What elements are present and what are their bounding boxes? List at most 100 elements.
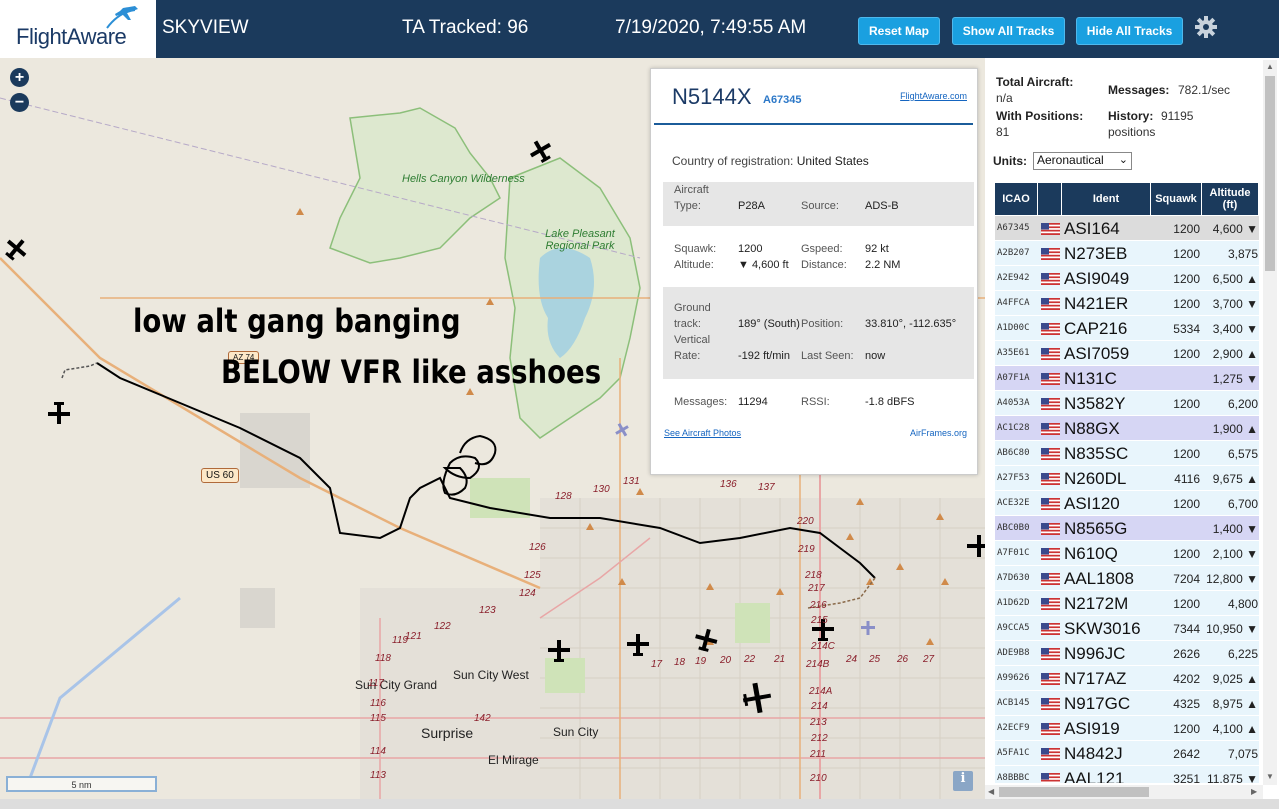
- scroll-right-icon[interactable]: ▶: [1251, 787, 1257, 796]
- units-select[interactable]: Aeronautical ⌄: [1033, 152, 1132, 170]
- table-row[interactable]: A27F53 N260DL 4116 9,675 ▲: [995, 466, 1259, 491]
- icao-cell: ABC0B0: [997, 523, 1030, 533]
- scrollbar-thumb[interactable]: [1265, 76, 1275, 271]
- clock: 7/19/2020, 7:49:55 AM: [615, 17, 807, 38]
- highway-shield-us60: US 60: [201, 468, 239, 483]
- chevron-down-icon: ⌄: [1118, 154, 1128, 166]
- vertical-scrollbar[interactable]: ▲ ▼: [1263, 60, 1277, 785]
- squawk-value: 1200: [738, 243, 763, 255]
- scroll-up-icon[interactable]: ▲: [1266, 62, 1274, 71]
- column-header-squawk[interactable]: Squawk: [1151, 183, 1202, 215]
- position-value: 33.810°, -112.635°: [865, 318, 957, 330]
- squawk-cell: 4325: [1173, 697, 1200, 711]
- us-flag-icon: [1041, 673, 1060, 685]
- horizontal-scrollbar-thumb[interactable]: [999, 787, 1149, 797]
- squawk-cell: 1200: [1173, 497, 1200, 511]
- zoom-in-button[interactable]: +: [10, 68, 29, 87]
- table-row[interactable]: A35E61 ASI7059 1200 2,900 ▲: [995, 341, 1259, 366]
- table-row[interactable]: AB6C80 N835SC 1200 6,575: [995, 441, 1259, 466]
- annotation-text-2: BELOW VFR like asshoes: [221, 353, 602, 391]
- table-row[interactable]: ABC0B0 N8565G 1,400 ▼: [995, 516, 1259, 541]
- squawk-cell: 4116: [1174, 472, 1200, 486]
- show-all-tracks-button[interactable]: Show All Tracks: [952, 17, 1065, 45]
- road-number: 210: [810, 773, 827, 784]
- road-number: 27: [923, 654, 935, 665]
- table-row[interactable]: A7F01C N610Q 1200 2,100 ▼: [995, 541, 1259, 566]
- ident-cell: N917GC: [1064, 694, 1131, 713]
- popup-hex-link[interactable]: A67345: [763, 94, 802, 106]
- table-row[interactable]: A67345 ASI164 1200 4,600 ▼: [995, 216, 1259, 241]
- us-flag-icon: [1041, 648, 1060, 660]
- us-flag-icon: [1041, 298, 1060, 310]
- column-header-ident[interactable]: Ident: [1062, 183, 1151, 215]
- icao-cell: A7D630: [997, 573, 1030, 583]
- ident-cell: ASI120: [1064, 494, 1120, 513]
- road-number: 123: [479, 605, 496, 616]
- reset-map-button[interactable]: Reset Map: [858, 17, 940, 45]
- zoom-out-button[interactable]: −: [10, 93, 29, 112]
- scroll-left-icon[interactable]: ◀: [988, 787, 994, 796]
- scroll-down-icon[interactable]: ▼: [1266, 772, 1274, 781]
- table-row[interactable]: AC1C28 N88GX 1,900 ▲: [995, 416, 1259, 441]
- table-row[interactable]: A07F1A N131C 1,275 ▼: [995, 366, 1259, 391]
- road-number: 211: [810, 749, 826, 760]
- us-flag-icon: [1041, 348, 1060, 360]
- altitude-cell: 2,900 ▲: [1212, 347, 1258, 361]
- messages-rate-label: Messages:: [1108, 83, 1170, 97]
- table-row[interactable]: A1D00C CAP216 5334 3,400 ▼: [995, 316, 1259, 341]
- horizontal-scrollbar[interactable]: ◀ ▶: [985, 785, 1263, 799]
- with-positions-value: 81: [996, 125, 1010, 139]
- road-number: 213: [810, 717, 827, 728]
- squawk-cell: 5334: [1173, 322, 1200, 336]
- us-flag-icon: [1041, 573, 1060, 585]
- last-seen-value: now: [865, 350, 886, 362]
- ident-cell: N273EB: [1064, 244, 1128, 263]
- table-row[interactable]: A2B207 N273EB 1200 3,875: [995, 241, 1259, 266]
- column-header-icao[interactable]: ICAO: [995, 183, 1038, 215]
- rssi-value: -1.8 dBFS: [865, 396, 915, 408]
- road-number: 116: [370, 698, 386, 709]
- altitude-cell: 2,100 ▼: [1212, 547, 1258, 561]
- table-row[interactable]: A2ECF9 ASI919 1200 4,100 ▲: [995, 716, 1259, 741]
- table-row[interactable]: A7D630 AAL1808 7204 12,800 ▼: [995, 566, 1259, 591]
- us-flag-icon: [1041, 248, 1060, 260]
- history-unit: positions: [1108, 125, 1156, 139]
- flightaware-link[interactable]: FlightAware.com: [900, 91, 967, 101]
- us-flag-icon: [1041, 498, 1060, 510]
- road-number: 136: [720, 479, 737, 490]
- us-flag-icon: [1041, 623, 1060, 635]
- gear-icon[interactable]: [1194, 15, 1218, 39]
- column-header-altitude[interactable]: Altitude (ft): [1202, 183, 1259, 215]
- table-row[interactable]: ACE32E ASI120 1200 6,700: [995, 491, 1259, 516]
- table-row[interactable]: A4FFCA N421ER 1200 3,700 ▼: [995, 291, 1259, 316]
- altitude-cell: 12,800 ▼: [1206, 572, 1258, 586]
- table-row[interactable]: ACB145 N917GC 4325 8,975 ▲: [995, 691, 1259, 716]
- table-row[interactable]: A5FA1C N4842J 2642 7,075: [995, 741, 1259, 766]
- units-label: Units:: [993, 154, 1027, 168]
- table-row[interactable]: A1D62D N2172M 1200 4,800: [995, 591, 1259, 616]
- popup-row-squawk: Squawk: 1200 Gspeed: 92 kt Altitude: ▼ 4…: [663, 241, 974, 277]
- aircraft-photos-link[interactable]: See Aircraft Photos: [664, 428, 741, 438]
- history-value: 91195: [1161, 109, 1194, 123]
- table-row[interactable]: ADE9B8 N996JC 2626 6,225: [995, 641, 1259, 666]
- rssi-label: RSSI:: [801, 396, 830, 408]
- messages-label: Messages:: [674, 396, 728, 408]
- airframes-link[interactable]: AirFrames.org: [910, 428, 967, 438]
- aircraft-type-value: P28A: [738, 200, 765, 212]
- column-header-flag[interactable]: [1038, 183, 1062, 215]
- altitude-cell: 6,200: [1227, 397, 1258, 411]
- flightaware-logo[interactable]: FlightAware: [0, 0, 156, 58]
- us-flag-icon: [1041, 223, 1060, 235]
- info-icon[interactable]: i: [953, 771, 973, 791]
- table-row[interactable]: A8BBBC AAL121 3251 11,875 ▼: [995, 766, 1259, 783]
- road-number: 114: [370, 746, 386, 757]
- table-row[interactable]: A4053A N3582Y 1200 6,200: [995, 391, 1259, 416]
- hide-all-tracks-button[interactable]: Hide All Tracks: [1076, 17, 1183, 45]
- squawk-cell: 2642: [1173, 747, 1200, 761]
- icao-cell: A1D62D: [997, 598, 1030, 608]
- table-row[interactable]: A99626 N717AZ 4202 9,025 ▲: [995, 666, 1259, 691]
- ident-cell: N260DL: [1064, 469, 1127, 488]
- table-row[interactable]: A9CCA5 SKW3016 7344 10,950 ▼: [995, 616, 1259, 641]
- place-label-el-mirage: El Mirage: [488, 753, 539, 767]
- table-row[interactable]: A2E942 ASI9049 1200 6,500 ▲: [995, 266, 1259, 291]
